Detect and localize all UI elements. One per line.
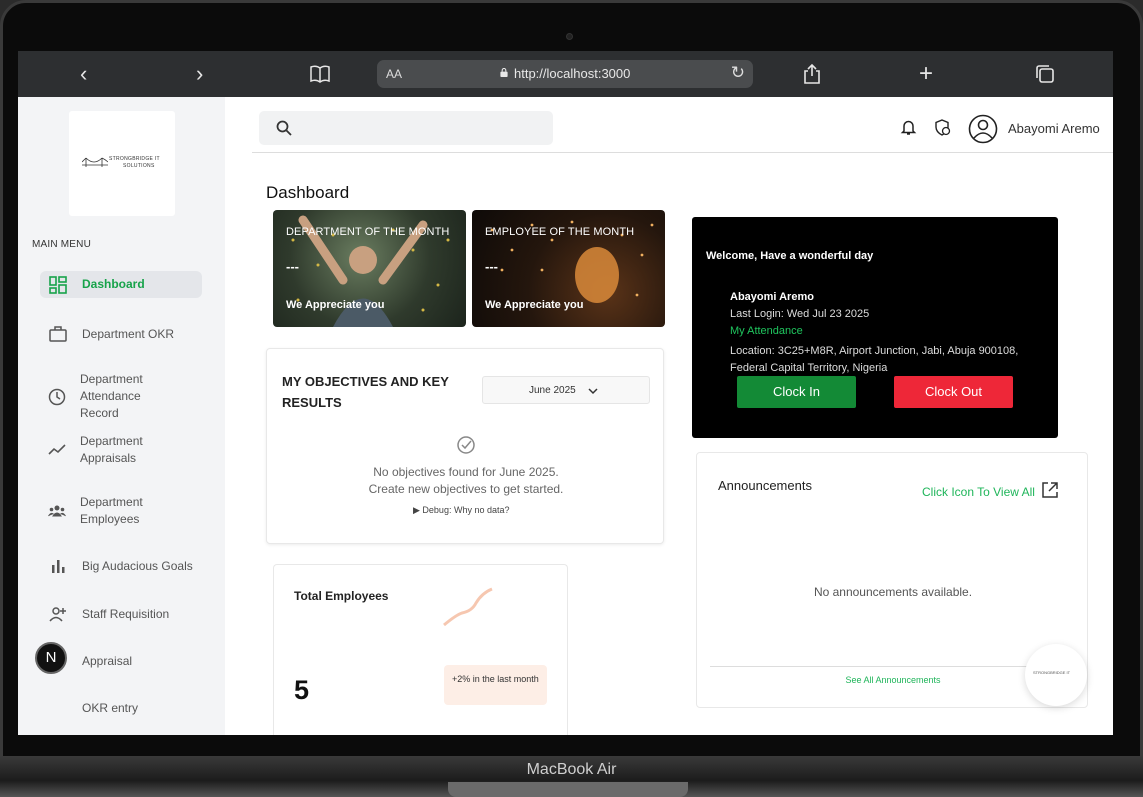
- briefcase-icon: [48, 325, 68, 343]
- total-employees-count: 5: [294, 675, 310, 705]
- share-icon[interactable]: [802, 63, 822, 85]
- bookmarks-icon[interactable]: [309, 64, 331, 84]
- sidebar: STRONGBRIDGE IT SOLUTIONS MAIN MENU Dash…: [18, 97, 225, 735]
- laptop-notch: [448, 782, 688, 797]
- month-card-subtitle: We Appreciate you: [485, 299, 584, 311]
- reload-icon[interactable]: ↻: [731, 63, 745, 83]
- month-card-title: EMPLOYEE OF THE MONTH: [485, 226, 635, 238]
- sidebar-item-label: Appraisal: [82, 653, 133, 668]
- announcements-divider: [710, 666, 1030, 667]
- page-title: Dashboard: [266, 183, 350, 202]
- month-card-value: ---: [286, 259, 299, 274]
- sidebar-item-department-okr[interactable]: Department OKR: [40, 325, 202, 343]
- tabs-icon[interactable]: [1035, 64, 1055, 84]
- lock-icon: [500, 68, 508, 77]
- sidebar-item-label: Big Audacious Goals: [82, 558, 193, 573]
- chevron-down-icon: [588, 388, 598, 395]
- bridge-logo-icon: [82, 157, 108, 167]
- group-icon: [48, 502, 66, 520]
- sidebar-item-staff-requisition[interactable]: Staff Requisition: [40, 605, 202, 623]
- employee-change-badge: +2% in the last month: [444, 665, 547, 705]
- main-menu-heading: MAIN MENU: [32, 239, 92, 250]
- total-employees-title: Total Employees: [294, 589, 389, 603]
- avatar[interactable]: [968, 114, 998, 144]
- screen: ‹ › AA http://localhost:3000 ↻ + STRONGB…: [18, 51, 1113, 735]
- sidebar-item-appraisals[interactable]: Department Appraisals: [40, 433, 180, 467]
- sidebar-item-attendance-record[interactable]: Department Attendance Record: [40, 371, 180, 422]
- clock-icon: [48, 388, 66, 406]
- month-card-subtitle: We Appreciate you: [286, 299, 385, 311]
- sidebar-item-employees[interactable]: Department Employees: [40, 494, 180, 528]
- camera-dot: [566, 33, 573, 40]
- sidebar-item-label: Staff Requisition: [82, 606, 170, 621]
- announcements-empty: No announcements available.: [813, 585, 973, 599]
- sidebar-item-label: Department Attendance Record: [80, 372, 143, 420]
- sidebar-item-label: Department Appraisals: [80, 434, 143, 465]
- total-employees-card: Total Employees 5 +2% in the last month: [273, 564, 568, 735]
- forward-icon[interactable]: ›: [196, 62, 203, 86]
- bell-icon[interactable]: [900, 119, 917, 136]
- announcements-title: Announcements: [718, 478, 812, 493]
- my-attendance-link[interactable]: My Attendance: [730, 325, 803, 337]
- header-divider: [252, 152, 1113, 153]
- search-input[interactable]: [259, 111, 553, 145]
- welcome-user-name: Abayomi Aremo: [730, 291, 814, 303]
- logo-text: STRONGBRIDGE IT SOLUTIONS: [109, 156, 160, 169]
- sidebar-item-label: OKR entry: [82, 701, 139, 715]
- objectives-empty-message: No objectives found for June 2025. Creat…: [368, 465, 564, 496]
- user-name[interactable]: Abayomi Aremo: [1008, 121, 1100, 136]
- debug-toggle[interactable]: ▶ Debug: Why no data?: [413, 505, 509, 516]
- month-card-title: DEPARTMENT OF THE MONTH: [286, 226, 450, 238]
- person-add-icon: [48, 605, 68, 623]
- trend-icon: [48, 441, 66, 459]
- clock-in-button[interactable]: Clock In: [737, 376, 856, 408]
- view-all-link[interactable]: Click Icon To View All: [922, 485, 1035, 499]
- search-icon: [276, 120, 292, 136]
- objectives-card: MY OBJECTIVES AND KEY RESULTS June 2025 …: [266, 348, 664, 544]
- sparkline-chart: [443, 587, 493, 627]
- month-select-value: June 2025: [529, 385, 576, 396]
- external-link-icon[interactable]: [1041, 481, 1059, 499]
- sidebar-item-big-audacious-goals[interactable]: Big Audacious Goals: [40, 557, 202, 575]
- check-circle-icon: [457, 436, 475, 454]
- sidebar-item-label: Department Employees: [80, 495, 143, 526]
- bar-chart-icon: [48, 557, 68, 575]
- device-label: MacBook Air: [526, 761, 617, 778]
- url-bar[interactable]: AA http://localhost:3000 ↻: [377, 60, 753, 88]
- welcome-greeting: Welcome, Have a wonderful day: [706, 250, 874, 262]
- clock-out-button[interactable]: Clock Out: [894, 376, 1013, 408]
- department-of-month-card[interactable]: DEPARTMENT OF THE MONTH --- We Appreciat…: [273, 210, 466, 327]
- browser-toolbar: ‹ › AA http://localhost:3000 ↻ +: [18, 51, 1113, 97]
- last-login: Last Login: Wed Jul 23 2025: [730, 308, 870, 320]
- sidebar-item-label: Dashboard: [82, 277, 145, 291]
- month-select[interactable]: June 2025: [482, 376, 650, 404]
- sidebar-item-label: Department OKR: [82, 326, 175, 341]
- welcome-card: Welcome, Have a wonderful day Abayomi Ar…: [692, 217, 1058, 438]
- objectives-title: MY OBJECTIVES AND KEY RESULTS: [282, 374, 449, 410]
- employee-of-month-card[interactable]: EMPLOYEE OF THE MONTH --- We Appreciate …: [472, 210, 665, 327]
- location-text: Location: 3C25+M8R, Airport Junction, Ja…: [730, 345, 1019, 374]
- url-text: http://localhost:3000: [514, 66, 631, 81]
- floating-logo-button[interactable]: STRONGBRIDGE IT: [1025, 644, 1087, 706]
- back-icon[interactable]: ‹: [80, 62, 87, 86]
- dashboard-icon: [48, 275, 68, 294]
- company-logo[interactable]: STRONGBRIDGE IT SOLUTIONS: [69, 111, 175, 216]
- sidebar-item-dashboard[interactable]: Dashboard: [40, 271, 202, 298]
- reader-button[interactable]: AA: [386, 67, 402, 81]
- new-tab-icon[interactable]: +: [919, 62, 933, 86]
- month-card-value: ---: [485, 259, 498, 274]
- security-settings-icon[interactable]: [934, 119, 951, 136]
- sidebar-item-okr-entry[interactable]: OKR entry: [40, 700, 202, 717]
- dev-tools-badge[interactable]: N: [35, 642, 67, 674]
